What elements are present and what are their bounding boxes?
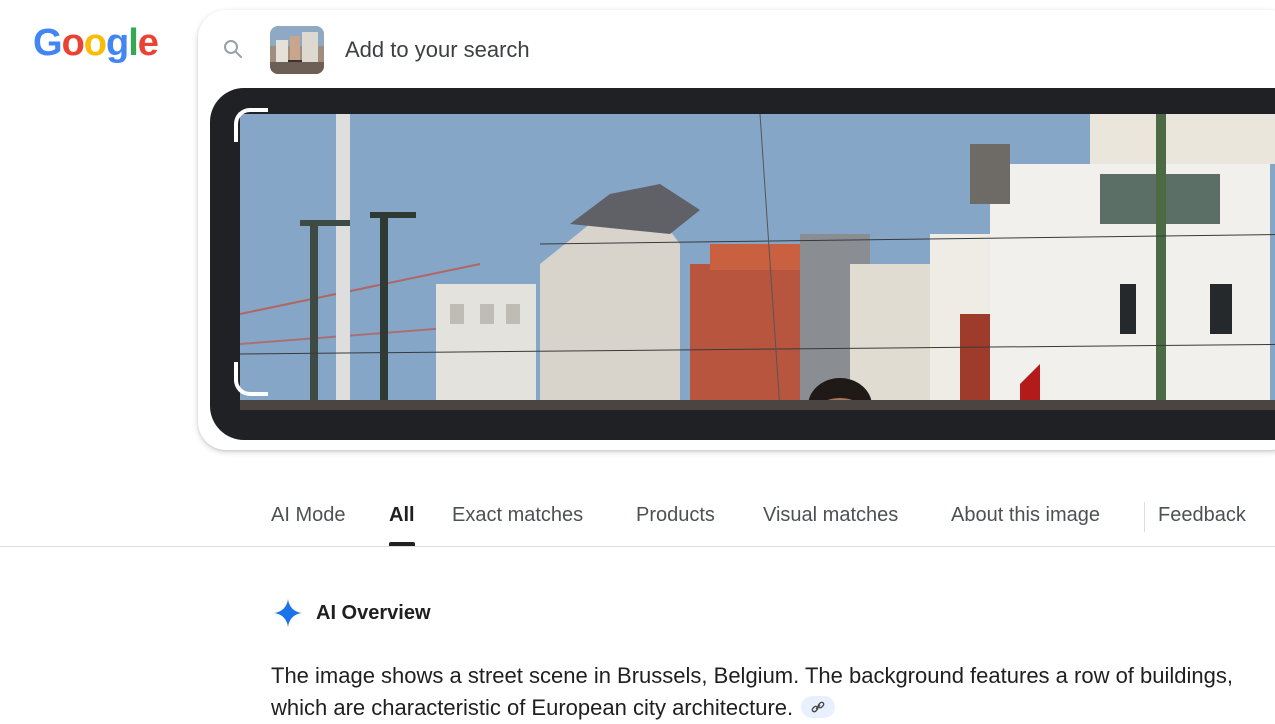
tab-about-this-image[interactable]: About this image bbox=[951, 504, 1100, 527]
logo-letter: o bbox=[61, 22, 85, 64]
tab-divider bbox=[1144, 502, 1145, 532]
search-input[interactable] bbox=[343, 34, 947, 66]
street-scene-image bbox=[240, 114, 1275, 410]
tab-all[interactable]: All bbox=[389, 504, 415, 546]
logo-letter: l bbox=[128, 22, 139, 64]
logo-letter: e bbox=[137, 22, 159, 64]
sparkle-icon bbox=[272, 597, 304, 629]
crop-handle-top-left[interactable] bbox=[234, 108, 268, 142]
ai-overview-title: AI Overview bbox=[316, 602, 431, 624]
google-logo[interactable]: Google bbox=[33, 22, 159, 65]
tab-ai-mode[interactable]: AI Mode bbox=[271, 504, 345, 527]
logo-letter: g bbox=[106, 22, 129, 64]
results-tabs: AI Mode All Exact matches Products Visua… bbox=[0, 490, 1275, 547]
crop-handle-bottom-left[interactable] bbox=[234, 362, 268, 396]
link-icon bbox=[811, 701, 825, 713]
ai-overview-body: The image shows a street scene in Brusse… bbox=[271, 663, 1233, 720]
ai-overview-text: The image shows a street scene in Brusse… bbox=[271, 660, 1251, 724]
tab-products[interactable]: Products bbox=[636, 504, 715, 527]
logo-letter: G bbox=[33, 22, 63, 64]
selected-image-preview[interactable] bbox=[210, 88, 1275, 440]
lens-search-card bbox=[198, 10, 1275, 450]
tab-exact-matches[interactable]: Exact matches bbox=[452, 504, 583, 527]
tab-visual-matches[interactable]: Visual matches bbox=[763, 504, 898, 527]
source-link-chip[interactable] bbox=[801, 696, 836, 719]
tab-feedback[interactable]: Feedback bbox=[1158, 504, 1246, 527]
search-icon[interactable] bbox=[222, 38, 244, 60]
search-row bbox=[198, 10, 1275, 88]
logo-letter: o bbox=[83, 22, 107, 64]
image-thumbnail[interactable] bbox=[270, 26, 324, 74]
